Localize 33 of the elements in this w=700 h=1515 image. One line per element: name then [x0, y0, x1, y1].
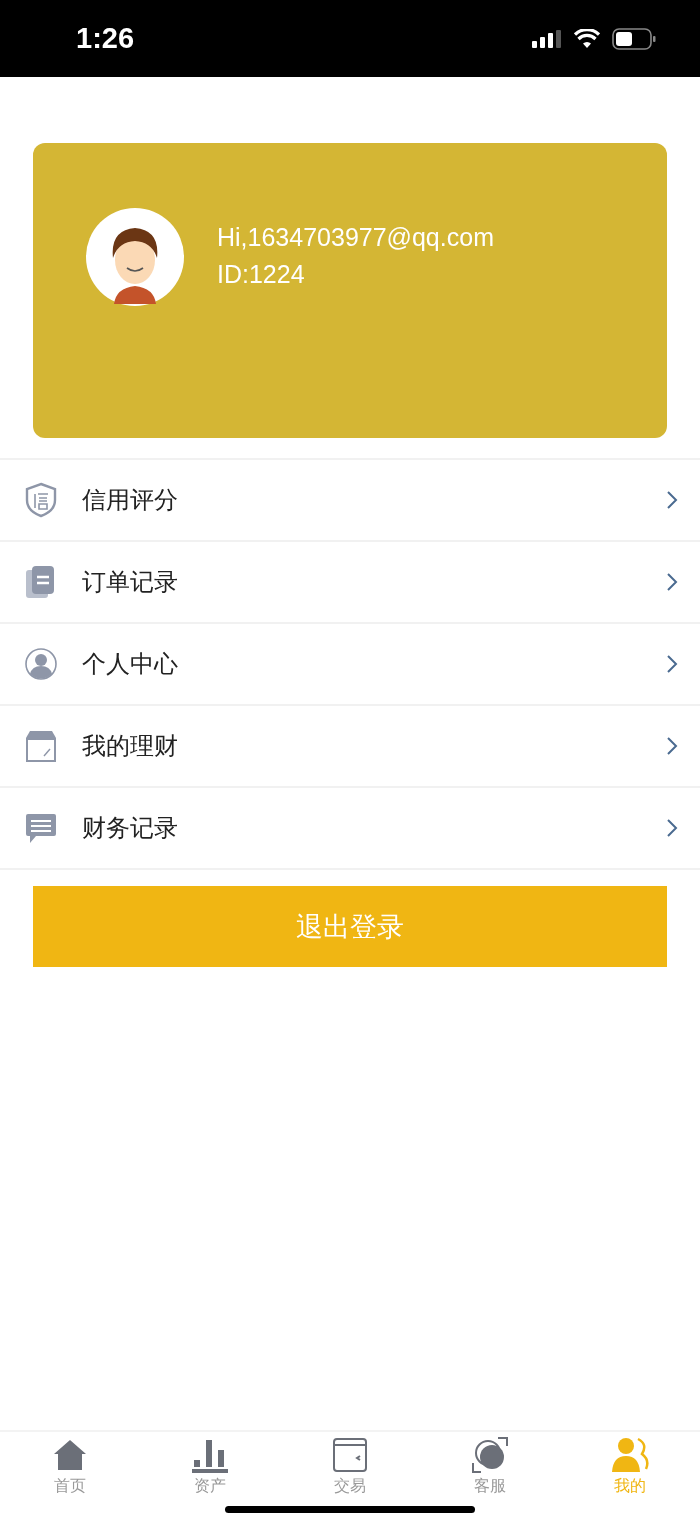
menu-item[interactable]: 订单记录 — [0, 542, 700, 624]
menu-item[interactable]: 个人中心 — [0, 624, 700, 706]
tab-item[interactable]: 交易 — [280, 1432, 420, 1515]
greeting-text: Hi,1634703977@qq.com — [217, 222, 494, 253]
battery-icon — [612, 27, 656, 50]
store-icon — [24, 728, 58, 764]
tab-item[interactable]: 资产 — [140, 1432, 280, 1515]
menu-label: 个人中心 — [82, 649, 179, 680]
people-icon — [610, 1436, 650, 1474]
shield-icon — [24, 482, 58, 518]
tab-item[interactable]: 客服 — [420, 1432, 560, 1515]
tab-item[interactable]: 我的 — [560, 1432, 700, 1515]
logout-button[interactable]: 退出登录 — [33, 886, 667, 967]
chevron-right-icon — [666, 654, 678, 674]
tab-item[interactable]: 首页 — [0, 1432, 140, 1515]
menu-label: 订单记录 — [82, 567, 179, 598]
menu-item[interactable]: 信用评分 — [0, 460, 700, 542]
chevron-right-icon — [666, 736, 678, 756]
chevron-right-icon — [666, 490, 678, 510]
wallet-icon — [330, 1436, 370, 1474]
person-icon — [24, 646, 58, 682]
menu-label: 我的理财 — [82, 731, 179, 762]
menu-label: 财务记录 — [82, 813, 179, 844]
circles-icon — [470, 1436, 510, 1474]
menu-item[interactable]: 我的理财 — [0, 706, 700, 788]
signal-icon — [532, 29, 562, 48]
chevron-right-icon — [666, 572, 678, 592]
menu-label: 信用评分 — [82, 485, 179, 516]
chevron-right-icon — [666, 818, 678, 838]
status-time: 1:26 — [76, 22, 135, 55]
wifi-icon — [574, 29, 600, 48]
user-id: ID:1224 — [217, 259, 306, 290]
menu-item[interactable]: 财务记录 — [0, 788, 700, 870]
